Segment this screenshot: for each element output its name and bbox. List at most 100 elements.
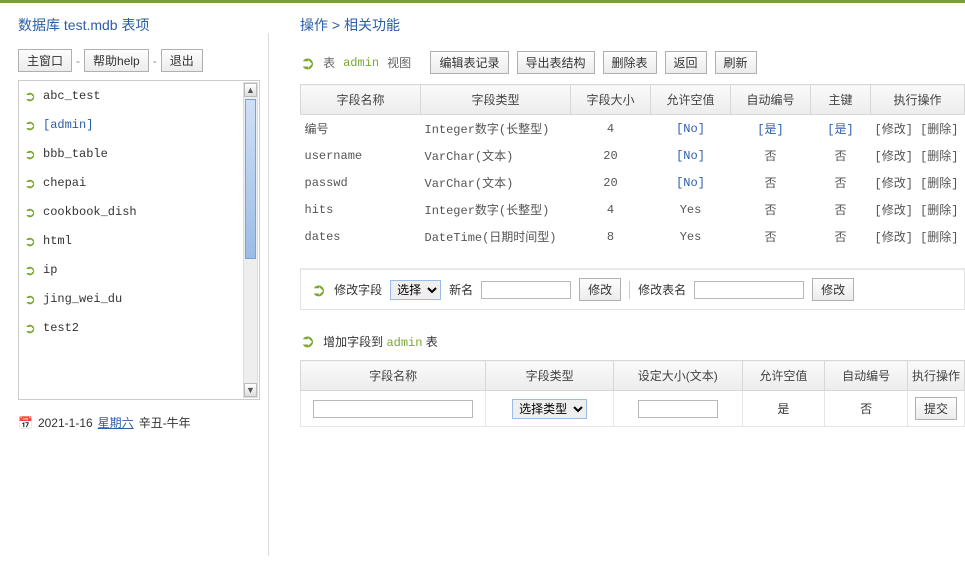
- sidebar-toolbar: 主窗口 - 帮助help - 退出: [18, 49, 260, 72]
- delete-link[interactable]: [删除]: [920, 204, 958, 218]
- sidebar-item-label: ip: [43, 263, 57, 277]
- cell: 20: [571, 142, 651, 169]
- separator: -: [153, 54, 157, 68]
- add-field-null: 是: [742, 391, 825, 427]
- delete-link[interactable]: [删除]: [920, 150, 958, 164]
- cell: VarChar(文本): [421, 169, 571, 196]
- refresh-button[interactable]: 刷新: [715, 51, 757, 74]
- cell: [No]: [651, 115, 731, 143]
- sidebar-item-chepai[interactable]: ➲chepai: [19, 172, 259, 195]
- cell: 否: [811, 169, 871, 196]
- add-field-auto: 否: [825, 391, 908, 427]
- cell-link[interactable]: [No]: [676, 149, 705, 163]
- delete-table-button[interactable]: 删除表: [603, 51, 657, 74]
- sidebar-item-label: test2: [43, 321, 79, 335]
- cell: 编号: [301, 115, 421, 143]
- sidebar-item-label: html: [43, 234, 72, 248]
- sidebar-item-bbbtable[interactable]: ➲bbb_table: [19, 143, 259, 166]
- modify-link[interactable]: [修改]: [875, 177, 913, 191]
- add-field-head: ➲ 增加字段到 admin 表: [300, 332, 965, 350]
- add-field-type-select[interactable]: 选择类型: [512, 399, 587, 419]
- export-structure-button[interactable]: 导出表结构: [517, 51, 595, 74]
- add-field-name-input[interactable]: [313, 400, 473, 418]
- modify-link[interactable]: [修改]: [875, 150, 913, 164]
- arrow-icon: ➲: [300, 332, 315, 350]
- label-table: 表: [323, 54, 335, 71]
- rename-table-button[interactable]: 修改: [812, 278, 854, 301]
- sidebar-item-label: [admin]: [43, 118, 93, 132]
- sidebar-title: 数据库 test.mdb 表项: [18, 15, 260, 35]
- arrow-icon: ➲: [23, 89, 37, 103]
- cell: 20: [571, 169, 651, 196]
- arrow-icon: ➲: [23, 147, 37, 161]
- modify-link[interactable]: [修改]: [875, 231, 913, 245]
- help-button[interactable]: 帮助help: [84, 49, 149, 72]
- arrow-icon: ➲: [23, 234, 37, 248]
- cell: 否: [731, 169, 811, 196]
- fields-table: 字段名称字段类型字段大小允许空值自动编号主键执行操作 编号Integer数字(长…: [300, 84, 965, 250]
- cell: 4: [571, 196, 651, 223]
- table-row: usernameVarChar(文本)20[No]否否[修改] [删除]: [301, 142, 965, 169]
- cell: 否: [731, 196, 811, 223]
- cell: Integer数字(长整型): [421, 196, 571, 223]
- modify-field-button[interactable]: 修改: [579, 278, 621, 301]
- modify-link[interactable]: [修改]: [875, 204, 913, 218]
- arrow-icon: ➲: [23, 176, 37, 190]
- field-select[interactable]: 选择: [390, 280, 441, 300]
- main-window-button[interactable]: 主窗口: [18, 49, 72, 72]
- sidebar-item-cookbookdish[interactable]: ➲cookbook_dish: [19, 201, 259, 224]
- sidebar-item-jingweidu[interactable]: ➲jing_wei_du: [19, 288, 259, 311]
- table-list: ➲ abc_test ➲ [admin] ➲bbb_table ➲chepai ➲cookb…: [18, 80, 260, 400]
- sidebar-item-label: jing_wei_du: [43, 292, 122, 306]
- cell: Yes: [651, 196, 731, 223]
- cell: [No]: [651, 169, 731, 196]
- breadcrumb: 操作 > 相关功能: [300, 15, 965, 35]
- cell-link[interactable]: [No]: [676, 176, 705, 190]
- sidebar-item-html[interactable]: ➲ html: [19, 230, 259, 253]
- table-row: datesDateTime(日期时间型)8Yes否否[修改] [删除]: [301, 223, 965, 250]
- sidebar-item-abctest[interactable]: ➲ abc_test: [19, 85, 259, 108]
- add-field-size-input[interactable]: [638, 400, 718, 418]
- column-header: 执行操作: [907, 361, 964, 391]
- sidebar: 数据库 test.mdb 表项 主窗口 - 帮助help - 退出 ➲ abc_t…: [0, 3, 270, 566]
- ops-cell: [修改] [删除]: [871, 115, 965, 143]
- scroll-thumb[interactable]: [245, 99, 256, 259]
- scroll-up-button[interactable]: ▲: [244, 83, 257, 97]
- column-header: 自动编号: [731, 85, 811, 115]
- add-field-label: 增加字段到 admin 表: [323, 333, 438, 350]
- scroll-down-button[interactable]: ▼: [244, 383, 257, 397]
- modify-link[interactable]: [修改]: [875, 123, 913, 137]
- back-button[interactable]: 返回: [665, 51, 707, 74]
- cell-link[interactable]: [No]: [676, 122, 705, 136]
- weekday-link[interactable]: 星期六: [98, 414, 134, 431]
- cell-link[interactable]: [是]: [757, 123, 783, 137]
- delete-link[interactable]: [删除]: [920, 123, 958, 137]
- sidebar-item-ip[interactable]: ➲ip: [19, 259, 259, 282]
- column-header: 允许空值: [651, 85, 731, 115]
- sidebar-item-admin[interactable]: ➲ [admin]: [19, 114, 259, 137]
- sidebar-item-label: abc_test: [43, 89, 101, 103]
- rename-table-input[interactable]: [694, 281, 804, 299]
- column-header: 字段名称: [301, 361, 486, 391]
- scrollbar[interactable]: ▲ ▼: [243, 82, 258, 398]
- newname-input[interactable]: [481, 281, 571, 299]
- modify-field-panel: ➲ 修改字段 选择 新名 修改 修改表名 修改: [300, 268, 965, 310]
- cell-link[interactable]: [是]: [827, 123, 853, 137]
- column-header: 设定大小(文本): [613, 361, 742, 391]
- delete-link[interactable]: [删除]: [920, 177, 958, 191]
- label-view: 视图: [387, 54, 411, 71]
- cell: 4: [571, 115, 651, 143]
- exit-button[interactable]: 退出: [161, 49, 203, 72]
- column-header: 主键: [811, 85, 871, 115]
- arrow-icon: ➲: [300, 54, 315, 72]
- ops-cell: [修改] [删除]: [871, 142, 965, 169]
- cell: 否: [731, 142, 811, 169]
- delete-link[interactable]: [删除]: [920, 231, 958, 245]
- rename-table-label: 修改表名: [638, 281, 686, 298]
- arrow-icon: ➲: [23, 118, 37, 132]
- edit-records-button[interactable]: 编辑表记录: [430, 51, 508, 74]
- ops-cell: [修改] [删除]: [871, 169, 965, 196]
- column-header: 字段类型: [486, 361, 614, 391]
- sidebar-item-test2[interactable]: ➲test2: [19, 317, 259, 340]
- submit-button[interactable]: 提交: [915, 397, 957, 420]
